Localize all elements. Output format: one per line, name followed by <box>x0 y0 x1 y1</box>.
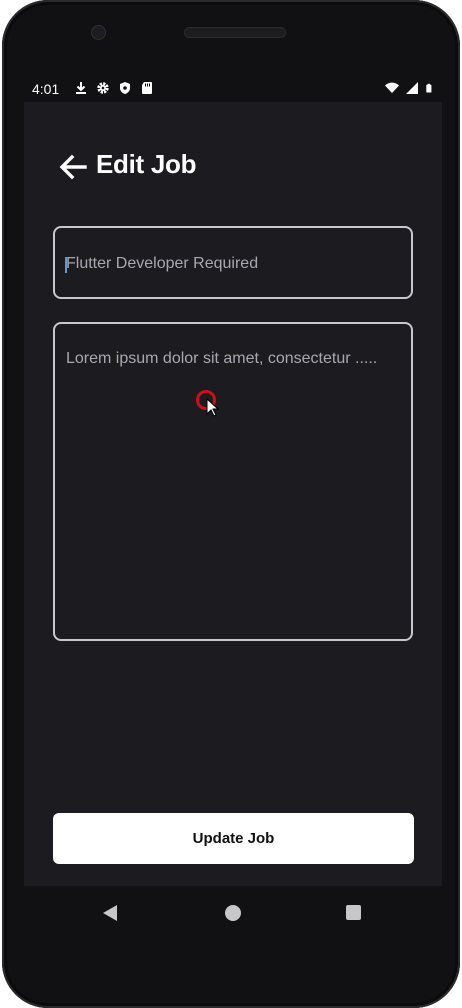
phone-frame: 4:01 Edit Job Flutter Developer Required… <box>2 0 460 1008</box>
front-camera <box>91 25 106 40</box>
nav-back-icon[interactable] <box>102 904 118 922</box>
nav-home-icon[interactable] <box>225 905 241 921</box>
job-title-value: Flutter Developer Required <box>66 255 259 272</box>
back-button[interactable] <box>56 150 90 184</box>
wifi-icon <box>385 82 399 93</box>
status-notification-icons <box>74 81 154 95</box>
job-description-value: Lorem ipsum dolor sit amet, consectetur … <box>66 350 378 367</box>
earpiece-speaker <box>184 27 286 38</box>
mouse-pointer-icon <box>206 398 220 417</box>
status-system-icons <box>385 81 434 95</box>
app-screen: 4:01 Edit Job Flutter Developer Required… <box>24 76 442 886</box>
app-bar: Edit Job <box>24 102 442 180</box>
download-icon <box>76 82 86 94</box>
signal-icon <box>406 82 418 94</box>
arrow-left-icon <box>59 154 87 180</box>
update-job-button[interactable]: Update Job <box>53 813 414 864</box>
sd-card-icon <box>142 82 152 94</box>
status-time: 4:01 <box>32 81 60 97</box>
job-description-textarea[interactable]: Lorem ipsum dolor sit amet, consectetur … <box>53 322 413 641</box>
system-nav-bar <box>24 886 442 940</box>
job-title-input[interactable]: Flutter Developer Required <box>53 226 413 299</box>
battery-icon <box>426 83 432 93</box>
gear-icon <box>97 82 109 94</box>
shield-icon <box>120 82 130 94</box>
page-title: Edit Job <box>96 149 197 179</box>
status-bar: 4:01 <box>24 76 442 102</box>
nav-recents-icon[interactable] <box>346 905 361 920</box>
